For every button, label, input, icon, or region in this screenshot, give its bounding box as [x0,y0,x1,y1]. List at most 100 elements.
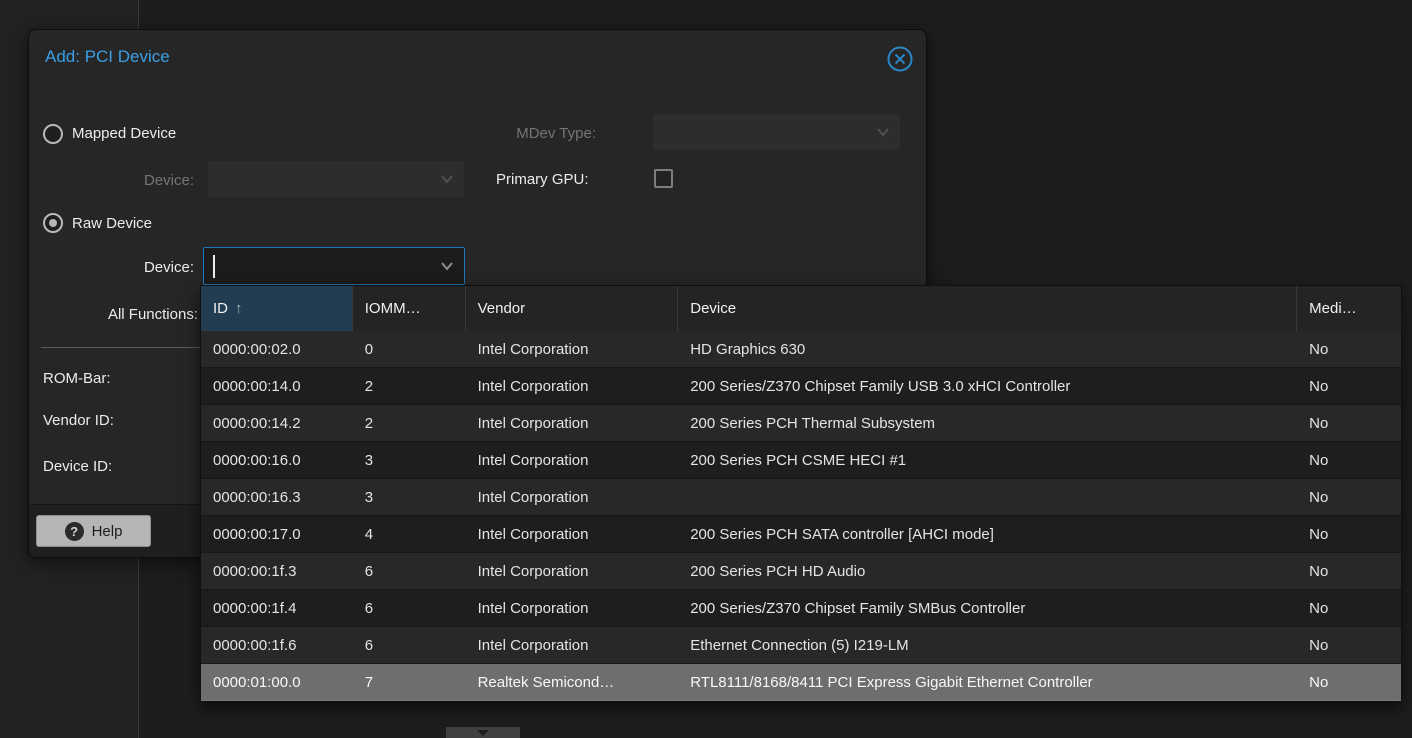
table-cell: 4 [353,516,466,553]
table-cell: Intel Corporation [466,442,679,479]
table-cell: 0 [353,331,466,368]
column-header-vendor[interactable]: Vendor [466,286,679,331]
vendor-id-label: Vendor ID: [43,411,114,431]
table-row[interactable]: 0000:00:14.02Intel Corporation200 Series… [201,368,1401,405]
dialog-title: Add: PCI Device [45,47,170,67]
table-cell: Realtek Semicond… [466,664,679,701]
table-cell: 0000:00:02.0 [201,331,353,368]
raw-device-radio-label: Raw Device [72,214,152,234]
chevron-down-icon [876,127,890,137]
mdev-type-combobox [653,114,900,150]
table-cell: No [1297,479,1401,516]
table-row[interactable]: 0000:00:14.22Intel Corporation200 Series… [201,405,1401,442]
help-icon: ? [65,522,84,541]
table-row[interactable]: 0000:00:16.33Intel Corporation No [201,479,1401,516]
column-header-label: ID [213,300,228,317]
table-row[interactable]: 0000:00:1f.36Intel Corporation200 Series… [201,553,1401,590]
table-cell: 0000:00:1f.4 [201,590,353,627]
close-icon [886,45,914,73]
close-button[interactable] [886,45,914,73]
table-cell: No [1297,442,1401,479]
table-cell: RTL8111/8168/8411 PCI Express Gigabit Et… [678,664,1297,701]
column-header-label: Vendor [478,300,526,317]
table-cell: Intel Corporation [466,516,679,553]
table-cell: No [1297,331,1401,368]
table-cell: Intel Corporation [466,627,679,664]
table-cell: No [1297,664,1401,701]
table-cell: No [1297,368,1401,405]
table-cell: No [1297,627,1401,664]
table-cell: No [1297,405,1401,442]
chevron-down-icon [477,730,489,736]
table-cell: 2 [353,368,466,405]
table-cell: 3 [353,442,466,479]
grid-header: ID ↑ IOMM… Vendor Device Medi… [201,286,1401,331]
table-cell [678,479,1297,516]
table-cell: 200 Series PCH Thermal Subsystem [678,405,1297,442]
help-button-label: Help [92,523,123,540]
chevron-down-icon [440,174,454,184]
all-functions-label: All Functions: [59,305,198,325]
table-cell: 0000:00:16.0 [201,442,353,479]
primary-gpu-checkbox[interactable] [654,169,673,188]
table-cell: 0000:00:17.0 [201,516,353,553]
sort-ascending-icon: ↑ [235,300,243,317]
grid-body: 0000:00:02.00Intel CorporationHD Graphic… [201,331,1401,701]
table-cell: No [1297,553,1401,590]
table-cell: Intel Corporation [466,590,679,627]
mapped-device-radio[interactable] [43,124,63,144]
raw-device-combobox[interactable] [203,247,465,285]
table-cell: 200 Series/Z370 Chipset Family SMBus Con… [678,590,1297,627]
rom-bar-label: ROM-Bar: [43,369,111,389]
help-button[interactable]: ? Help [36,515,151,547]
table-cell: HD Graphics 630 [678,331,1297,368]
mapped-device-combo-label: Device: [59,171,194,191]
table-cell: 6 [353,553,466,590]
table-cell: 0000:00:14.2 [201,405,353,442]
table-cell: Intel Corporation [466,368,679,405]
table-cell: 7 [353,664,466,701]
text-caret [213,255,215,278]
table-cell: 0000:00:1f.3 [201,553,353,590]
mapped-device-combobox [208,161,464,197]
table-cell: Intel Corporation [466,331,679,368]
table-row[interactable]: 0000:01:00.07Realtek Semicond…RTL8111/81… [201,664,1401,701]
table-cell: 2 [353,405,466,442]
column-header-iomm[interactable]: IOMM… [353,286,466,331]
table-cell: No [1297,516,1401,553]
scroll-down-indicator[interactable] [446,727,520,738]
raw-device-radio[interactable] [43,213,63,233]
raw-device-combo-label: Device: [59,258,194,278]
column-header-label: Device [690,300,736,317]
table-cell: No [1297,590,1401,627]
column-header-device[interactable]: Device [678,286,1297,331]
table-cell: Intel Corporation [466,479,679,516]
table-cell: 0000:00:14.0 [201,368,353,405]
table-cell: 3 [353,479,466,516]
chevron-down-icon[interactable] [440,261,454,271]
table-row[interactable]: 0000:00:1f.46Intel Corporation200 Series… [201,590,1401,627]
column-header-medi[interactable]: Medi… [1297,286,1401,331]
table-cell: 6 [353,590,466,627]
table-cell: 200 Series PCH HD Audio [678,553,1297,590]
primary-gpu-label: Primary GPU: [496,170,589,190]
table-row[interactable]: 0000:00:1f.66Intel CorporationEthernet C… [201,627,1401,664]
column-header-id[interactable]: ID ↑ [201,286,353,331]
table-row[interactable]: 0000:00:16.03Intel Corporation200 Series… [201,442,1401,479]
table-cell: 200 Series PCH SATA controller [AHCI mod… [678,516,1297,553]
column-header-label: IOMM… [365,300,421,317]
mdev-type-label: MDev Type: [431,124,596,144]
mapped-device-radio-label: Mapped Device [72,124,176,144]
table-row[interactable]: 0000:00:02.00Intel CorporationHD Graphic… [201,331,1401,368]
table-cell: 200 Series/Z370 Chipset Family USB 3.0 x… [678,368,1297,405]
table-cell: Intel Corporation [466,553,679,590]
table-cell: 0000:00:16.3 [201,479,353,516]
table-cell: 0000:01:00.0 [201,664,353,701]
table-cell: 200 Series PCH CSME HECI #1 [678,442,1297,479]
table-cell: Intel Corporation [466,405,679,442]
column-header-label: Medi… [1309,300,1357,317]
table-cell: 0000:00:1f.6 [201,627,353,664]
table-row[interactable]: 0000:00:17.04Intel Corporation200 Series… [201,516,1401,553]
table-cell: Ethernet Connection (5) I219-LM [678,627,1297,664]
table-cell: 6 [353,627,466,664]
